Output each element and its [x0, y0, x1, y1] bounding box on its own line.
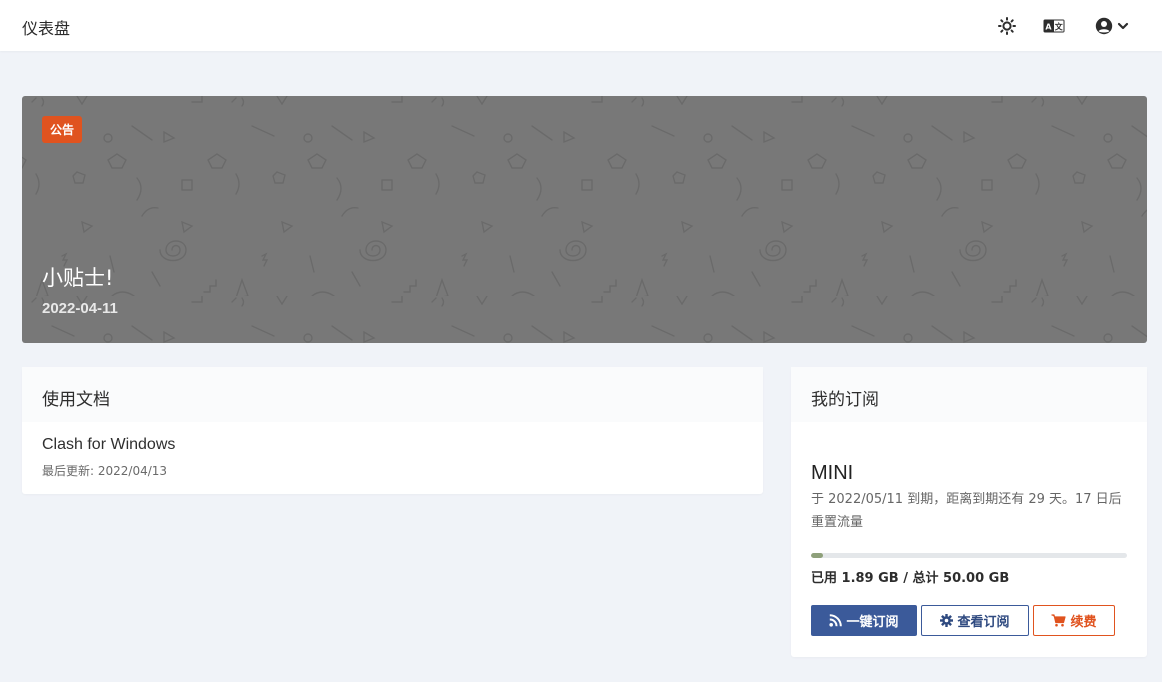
- page-title: 仪表盘: [22, 19, 71, 38]
- svg-text:A: A: [1045, 23, 1052, 32]
- theme-toggle-icon[interactable]: [996, 15, 1018, 37]
- notice-title: 小贴士!: [42, 266, 114, 290]
- view-subscription-button[interactable]: 查看订阅: [921, 605, 1029, 636]
- notice-badge: 公告: [42, 116, 83, 143]
- traffic-usage-text: 已用 1.89 GB / 总计 50.00 GB: [811, 571, 1010, 586]
- subscription-card: 我的订阅 MINI 于 2022/05/11 到期，距离到期还有 29 天。17…: [791, 367, 1147, 657]
- banner-pattern: [22, 96, 1147, 343]
- user-circle-icon: [1095, 17, 1113, 35]
- top-header: 仪表盘 A 文: [0, 0, 1162, 51]
- view-subscription-label: 查看订阅: [957, 615, 1010, 630]
- docs-card: 使用文档 Clash for Windows 最后更新: 2022/04/13: [22, 367, 763, 494]
- shopping-cart-icon: [1051, 614, 1067, 627]
- subscription-card-title: 我的订阅: [791, 367, 1147, 422]
- docs-card-title: 使用文档: [22, 367, 763, 422]
- chevron-down-icon: [1117, 22, 1129, 30]
- notice-banner[interactable]: 公告 小贴士! 2022-04-11: [22, 96, 1147, 343]
- expiry-text: 于 2022/05/11 到期，距离到期还有 29 天。17 日后重置流量: [811, 492, 1122, 530]
- doc-item-clash[interactable]: Clash for Windows 最后更新: 2022/04/13: [22, 422, 763, 479]
- rss-icon: [829, 614, 843, 627]
- doc-title[interactable]: Clash for Windows: [42, 436, 743, 454]
- traffic-progress-fill: [811, 553, 823, 558]
- one-click-subscribe-button[interactable]: 一键订阅: [811, 605, 917, 636]
- plan-name: MINI: [811, 462, 854, 484]
- notice-date: 2022-04-11: [42, 300, 118, 317]
- doc-updated: 最后更新: 2022/04/13: [42, 464, 168, 478]
- svg-text:文: 文: [1055, 22, 1064, 32]
- renew-button[interactable]: 续费: [1033, 605, 1115, 636]
- traffic-progress-bar: [811, 553, 1127, 558]
- renew-label: 续费: [1070, 615, 1097, 630]
- subscribe-label: 一键订阅: [846, 615, 899, 630]
- language-icon[interactable]: A 文: [1043, 15, 1065, 37]
- user-menu[interactable]: [1092, 15, 1132, 37]
- gear-icon: [940, 614, 954, 627]
